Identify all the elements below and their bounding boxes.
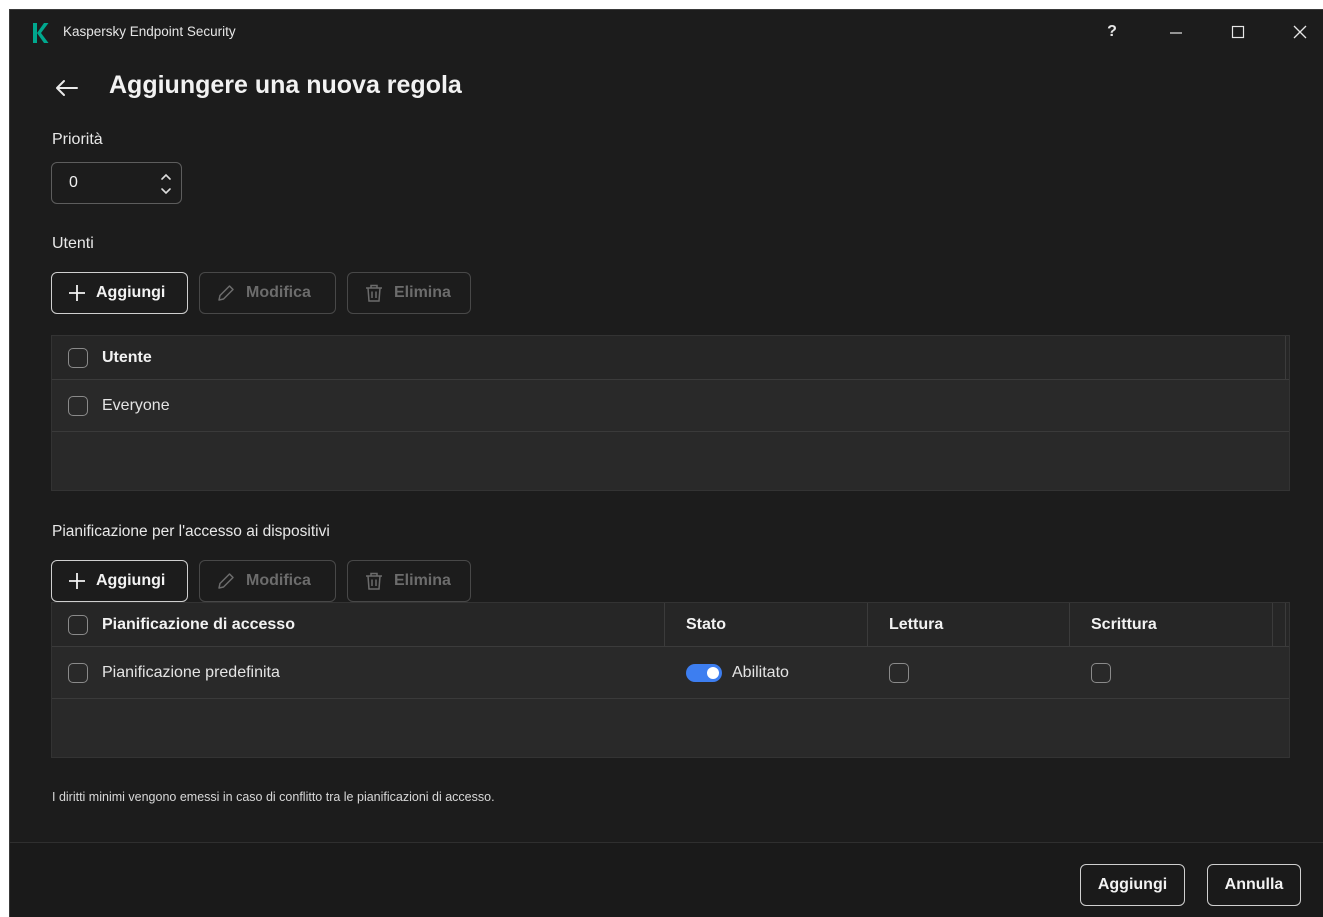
user-name: Everyone bbox=[102, 396, 170, 414]
maximize-icon bbox=[1231, 25, 1245, 39]
footnote-text: I diritti minimi vengono emessi in caso … bbox=[52, 790, 495, 804]
close-button[interactable] bbox=[1280, 18, 1320, 46]
help-button[interactable]: ? bbox=[1092, 18, 1132, 46]
users-table: Utente Everyone bbox=[51, 335, 1290, 491]
table-row[interactable]: Everyone bbox=[52, 380, 1289, 432]
users-col-user[interactable]: Utente bbox=[68, 336, 668, 379]
footer-cancel-button[interactable]: Annulla bbox=[1207, 864, 1301, 906]
users-edit-button[interactable]: Modifica bbox=[199, 272, 336, 314]
chevron-down-icon[interactable] bbox=[159, 185, 173, 197]
users-section-label: Utenti bbox=[52, 235, 94, 252]
status-toggle[interactable] bbox=[686, 663, 722, 682]
users-table-header: Utente bbox=[52, 336, 1289, 380]
schedule-edit-label: Modifica bbox=[246, 572, 311, 589]
trash-icon bbox=[366, 572, 382, 590]
footer-bar: Aggiungi Annulla bbox=[10, 842, 1323, 917]
app-window: Kaspersky Endpoint Security ? Aggiungere… bbox=[9, 9, 1323, 917]
plus-icon bbox=[69, 285, 85, 301]
priority-label: Priorità bbox=[52, 131, 103, 148]
pencil-icon bbox=[218, 573, 234, 589]
schedule-add-button[interactable]: Aggiungi bbox=[51, 560, 188, 602]
priority-value[interactable]: 0 bbox=[69, 174, 78, 192]
title-bar: Kaspersky Endpoint Security ? bbox=[10, 10, 1323, 54]
footer-add-button[interactable]: Aggiungi bbox=[1080, 864, 1185, 906]
schedule-delete-button[interactable]: Elimina bbox=[347, 560, 471, 602]
schedule-name: Pianificazione predefinita bbox=[102, 663, 280, 681]
minimize-icon bbox=[1170, 32, 1182, 34]
app-title: Kaspersky Endpoint Security bbox=[63, 24, 236, 39]
schedule-col-name-label: Pianificazione di accesso bbox=[102, 615, 295, 633]
pencil-icon bbox=[218, 285, 234, 301]
schedule-table-header: Pianificazione di accesso Stato Lettura … bbox=[52, 603, 1289, 647]
schedule-section-label: Pianificazione per l'accesso ai disposit… bbox=[52, 523, 330, 540]
users-add-button[interactable]: Aggiungi bbox=[51, 272, 188, 314]
back-arrow-icon[interactable] bbox=[54, 77, 80, 99]
schedule-col-write[interactable]: Scrittura bbox=[1091, 603, 1271, 646]
page-title: Aggiungere una nuova regola bbox=[109, 71, 462, 99]
column-resize-handle[interactable] bbox=[1285, 603, 1286, 647]
read-checkbox[interactable] bbox=[889, 662, 909, 683]
schedule-col-read[interactable]: Lettura bbox=[889, 603, 1069, 646]
users-add-label: Aggiungi bbox=[96, 284, 166, 301]
chevron-up-icon[interactable] bbox=[159, 171, 173, 183]
plus-icon bbox=[69, 573, 85, 589]
schedule-edit-button[interactable]: Modifica bbox=[199, 560, 336, 602]
column-resize-handle[interactable] bbox=[1285, 336, 1286, 380]
row-checkbox[interactable] bbox=[68, 395, 88, 416]
trash-icon bbox=[366, 284, 382, 302]
schedule-table: Pianificazione di accesso Stato Lettura … bbox=[51, 602, 1290, 758]
schedule-delete-label: Elimina bbox=[394, 572, 451, 589]
schedule-col-name[interactable]: Pianificazione di accesso bbox=[68, 603, 658, 646]
users-delete-button[interactable]: Elimina bbox=[347, 272, 471, 314]
select-all-checkbox[interactable] bbox=[68, 347, 88, 368]
schedule-col-status[interactable]: Stato bbox=[686, 603, 866, 646]
schedule-row-status-cell: Abilitato bbox=[686, 647, 866, 698]
column-separator[interactable] bbox=[1272, 603, 1273, 647]
write-checkbox[interactable] bbox=[1091, 662, 1111, 683]
schedule-row-write-cell bbox=[1091, 647, 1271, 698]
users-edit-label: Modifica bbox=[246, 284, 311, 301]
column-separator[interactable] bbox=[1069, 603, 1070, 647]
table-row[interactable]: Pianificazione predefinita Abilitato bbox=[52, 647, 1289, 699]
priority-stepper[interactable]: 0 bbox=[51, 162, 182, 204]
kaspersky-logo-icon bbox=[33, 23, 49, 43]
schedule-row-read-cell bbox=[889, 647, 1069, 698]
schedule-row-name-cell: Pianificazione predefinita bbox=[68, 647, 658, 698]
select-all-checkbox[interactable] bbox=[68, 614, 88, 635]
column-separator[interactable] bbox=[867, 603, 868, 647]
maximize-button[interactable] bbox=[1218, 18, 1258, 46]
column-separator[interactable] bbox=[664, 603, 665, 647]
users-row-cell: Everyone bbox=[68, 380, 668, 431]
row-checkbox[interactable] bbox=[68, 662, 88, 683]
schedule-add-label: Aggiungi bbox=[96, 572, 166, 589]
minimize-button[interactable] bbox=[1156, 18, 1196, 46]
users-delete-label: Elimina bbox=[394, 284, 451, 301]
users-col-user-label: Utente bbox=[102, 348, 152, 366]
status-text: Abilitato bbox=[732, 663, 789, 681]
close-icon bbox=[1293, 25, 1307, 39]
